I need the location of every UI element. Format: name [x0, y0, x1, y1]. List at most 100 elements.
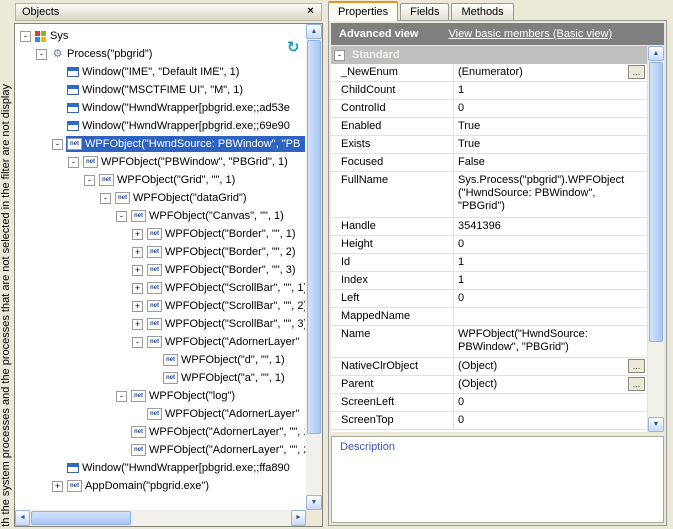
tree-item[interactable]: -⚙Process("pbgrid"): [16, 45, 305, 63]
tree-item[interactable]: -netWPFObject("log"): [16, 387, 305, 405]
collapse-icon[interactable]: -: [68, 157, 79, 168]
dotnet-object-icon: net: [147, 300, 162, 312]
tree-item-content: ⚙Process("pbgrid"): [50, 46, 305, 62]
dotnet-object-icon: net: [147, 246, 162, 258]
properties-page: Advanced view View basic members (Basic …: [328, 20, 667, 526]
tree-item[interactable]: +netWPFObject("ScrollBar", "", 1): [16, 279, 305, 297]
ellipsis-button[interactable]: ...: [628, 377, 645, 391]
property-row[interactable]: FullNameSys.Process("pbgrid").WPFObject …: [331, 172, 647, 218]
collapse-icon[interactable]: -: [116, 391, 127, 402]
tree-item[interactable]: netWPFObject("AdornerLayer", "", 1): [16, 423, 305, 441]
tree-item-content: netWPFObject("a", "", 1): [162, 370, 305, 386]
property-row[interactable]: Handle3541396: [331, 218, 647, 236]
tree-item[interactable]: Window("HwndWrapper[pbgrid.exe;;69e90: [16, 117, 305, 135]
collapse-icon[interactable]: -: [334, 50, 345, 61]
expand-icon[interactable]: +: [132, 247, 143, 258]
tree-item[interactable]: -netWPFObject("dataGrid"): [16, 189, 305, 207]
scroll-up-icon[interactable]: ▲: [306, 24, 322, 39]
tree-item[interactable]: +netWPFObject("ScrollBar", "", 2): [16, 297, 305, 315]
expand-icon[interactable]: +: [132, 301, 143, 312]
expand-icon[interactable]: +: [132, 283, 143, 294]
ellipsis-button[interactable]: ...: [628, 359, 645, 373]
scroll-up-icon[interactable]: ▲: [648, 46, 664, 61]
tree-item[interactable]: -Sys: [16, 27, 305, 45]
tree-item[interactable]: netWPFObject("AdornerLayer", "", 2): [16, 441, 305, 459]
grid-vertical-scrollbar[interactable]: ▲ ▼: [648, 46, 664, 432]
expand-icon[interactable]: +: [132, 265, 143, 276]
tab-methods[interactable]: Methods: [451, 3, 513, 20]
collapse-icon[interactable]: -: [52, 139, 63, 150]
property-row[interactable]: MappedName: [331, 308, 647, 326]
tree-vscroll-thumb[interactable]: [307, 40, 321, 434]
scroll-right-icon[interactable]: ►: [291, 510, 306, 526]
ellipsis-button[interactable]: ...: [628, 65, 645, 79]
window-icon: [67, 463, 79, 473]
property-row[interactable]: Id1: [331, 254, 647, 272]
property-row[interactable]: NativeClrObject(Object)...: [331, 358, 647, 376]
collapse-icon[interactable]: -: [132, 337, 143, 348]
tree-item-content: netWPFObject("Grid", "", 1): [98, 172, 305, 188]
tree-item-content: Sys: [34, 28, 305, 44]
collapse-icon[interactable]: -: [116, 211, 127, 222]
expand-icon[interactable]: +: [132, 229, 143, 240]
property-grid-body: - Standard _NewEnum(Enumerator)...ChildC…: [331, 46, 648, 432]
property-row[interactable]: _NewEnum(Enumerator)...: [331, 64, 647, 82]
property-row[interactable]: FocusedFalse: [331, 154, 647, 172]
tree-item[interactable]: Window("IME", "Default IME", 1): [16, 63, 305, 81]
tree-item-label: WPFObject("AdornerLayer": [165, 408, 299, 420]
tree-item[interactable]: +netWPFObject("ScrollBar", "", 3): [16, 315, 305, 333]
collapse-icon[interactable]: -: [84, 175, 95, 186]
category-row-standard[interactable]: - Standard: [331, 46, 647, 64]
expand-icon[interactable]: +: [52, 481, 63, 492]
property-row[interactable]: EnabledTrue: [331, 118, 647, 136]
basic-view-link[interactable]: View basic members (Basic view): [448, 28, 612, 40]
tree-hscroll-thumb[interactable]: [31, 511, 131, 525]
property-row[interactable]: ExistsTrue: [331, 136, 647, 154]
property-name: Exists: [331, 136, 454, 153]
property-value: 0: [454, 394, 647, 411]
scroll-left-icon[interactable]: ◄: [15, 510, 30, 526]
tab-fields[interactable]: Fields: [400, 3, 449, 20]
dotnet-object-icon: net: [147, 228, 162, 240]
objects-panel-header: Objects ×: [15, 3, 322, 21]
grid-vscroll-thumb[interactable]: [649, 62, 663, 342]
tab-properties[interactable]: Properties: [328, 1, 398, 21]
tree-item[interactable]: -netWPFObject("HwndSource: PBWindow", "P…: [16, 135, 305, 153]
tree-item[interactable]: netWPFObject("a", "", 1): [16, 369, 305, 387]
refresh-icon[interactable]: ↻: [287, 38, 300, 56]
tree-item[interactable]: Window("HwndWrapper[pbgrid.exe;;ffa890: [16, 459, 305, 477]
expand-icon[interactable]: +: [132, 319, 143, 330]
tree-item[interactable]: netWPFObject("d", "", 1): [16, 351, 305, 369]
collapse-icon[interactable]: -: [100, 193, 111, 204]
tree-item[interactable]: -netWPFObject("Grid", "", 1): [16, 171, 305, 189]
property-row[interactable]: ControlId0: [331, 100, 647, 118]
property-value: Sys.Process("pbgrid").WPFObject ("HwndSo…: [454, 172, 647, 217]
tree-item-label: WPFObject("PBWindow", "PBGrid", 1): [101, 156, 288, 168]
property-row[interactable]: Height0: [331, 236, 647, 254]
property-row[interactable]: Parent(Object)...: [331, 376, 647, 394]
property-row[interactable]: ScreenTop0: [331, 412, 647, 430]
property-row[interactable]: Left0: [331, 290, 647, 308]
close-icon[interactable]: ×: [304, 6, 317, 19]
tree-item[interactable]: +netWPFObject("Border", "", 2): [16, 243, 305, 261]
tree-item[interactable]: +netWPFObject("Border", "", 1): [16, 225, 305, 243]
tree-item[interactable]: +netWPFObject("Border", "", 3): [16, 261, 305, 279]
tree-horizontal-scrollbar[interactable]: ◄ ►: [15, 510, 306, 526]
property-row[interactable]: ScreenLeft0: [331, 394, 647, 412]
tree-item[interactable]: Window("HwndWrapper[pbgrid.exe;;ad53e: [16, 99, 305, 117]
property-row[interactable]: ChildCount1: [331, 82, 647, 100]
tree-item[interactable]: netWPFObject("AdornerLayer": [16, 405, 305, 423]
tree-vertical-scrollbar[interactable]: ▲ ▼: [306, 24, 322, 510]
tree-item[interactable]: -netWPFObject("PBWindow", "PBGrid", 1): [16, 153, 305, 171]
tree-item[interactable]: -netWPFObject("AdornerLayer": [16, 333, 305, 351]
property-row[interactable]: NameWPFObject("HwndSource: PBWindow", "P…: [331, 326, 647, 358]
property-row[interactable]: Index1: [331, 272, 647, 290]
tree-item[interactable]: -netWPFObject("Canvas", "", 1): [16, 207, 305, 225]
tree-item[interactable]: Window("MSCTFIME UI", "M", 1): [16, 81, 305, 99]
scroll-down-icon[interactable]: ▼: [648, 417, 664, 432]
scroll-down-icon[interactable]: ▼: [306, 495, 322, 510]
windows-logo-icon: [35, 31, 46, 42]
tree-item[interactable]: +netAppDomain("pbgrid.exe"): [16, 477, 305, 495]
collapse-icon[interactable]: -: [20, 31, 31, 42]
collapse-icon[interactable]: -: [36, 49, 47, 60]
